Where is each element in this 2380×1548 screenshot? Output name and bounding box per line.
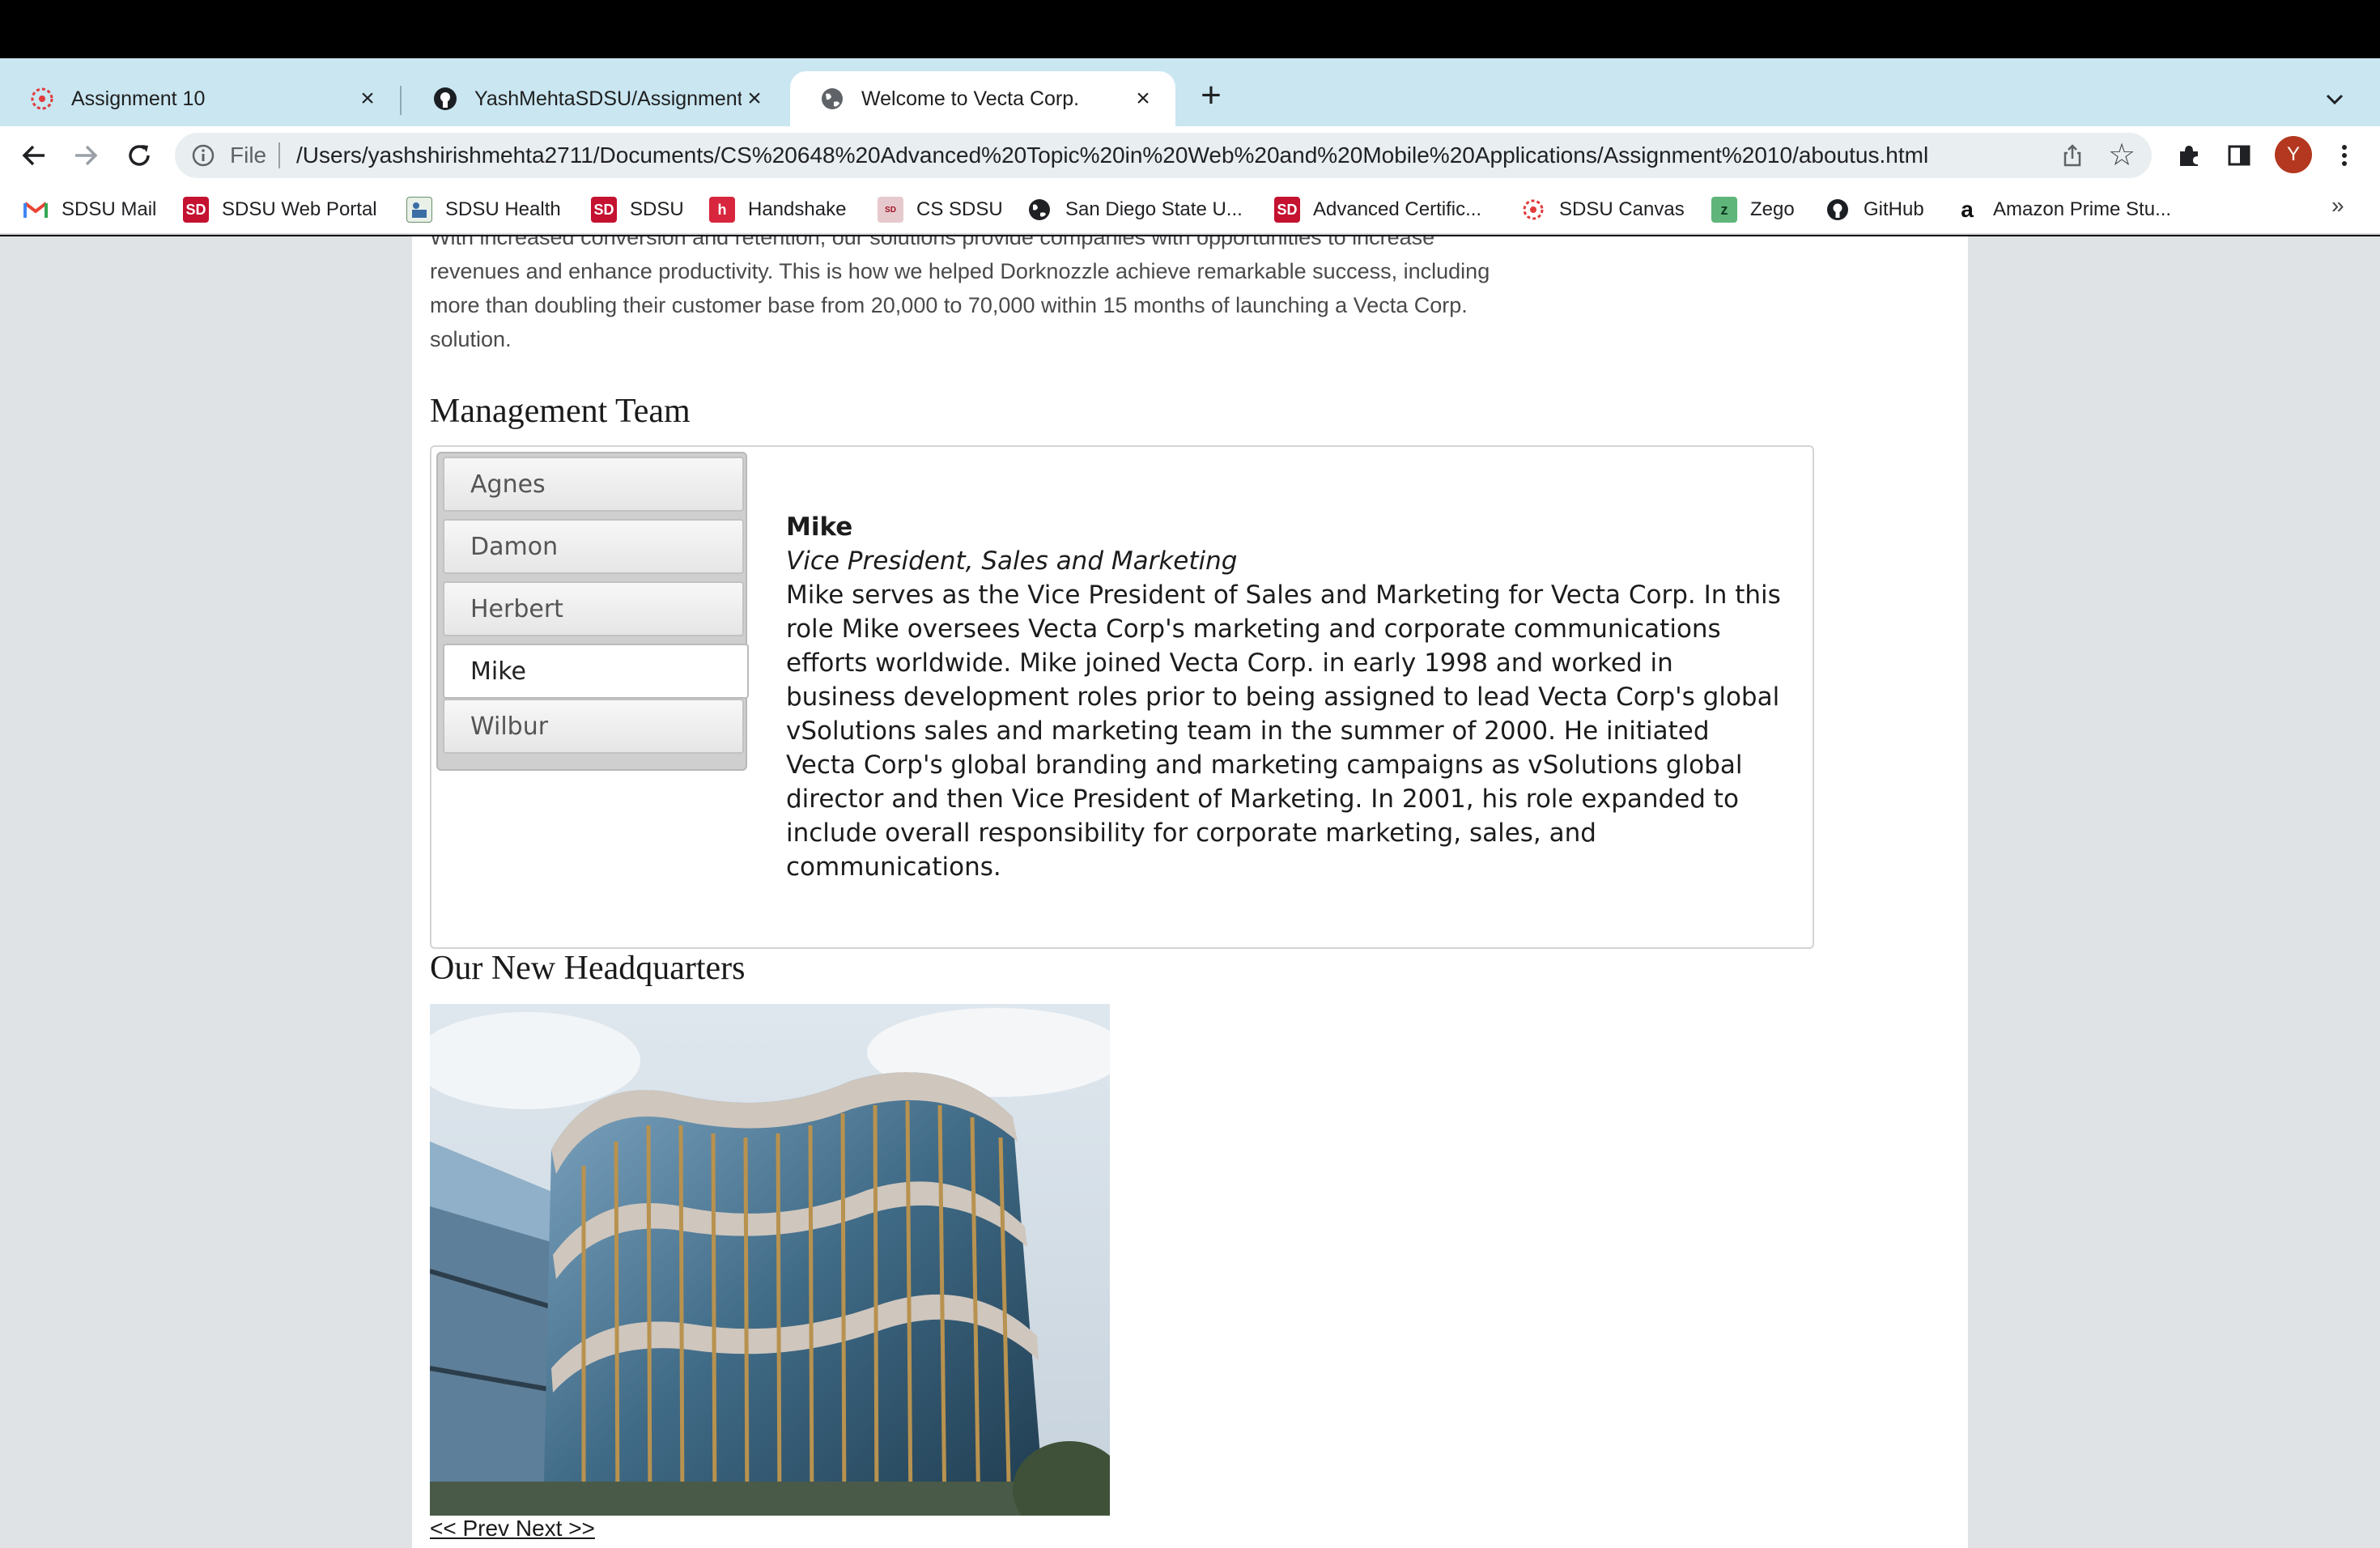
info-icon[interactable]: [191, 143, 215, 168]
bookmark-label: SDSU Canvas: [1559, 198, 1685, 220]
gmail-icon: [23, 197, 49, 223]
forward-icon[interactable]: [70, 139, 102, 172]
bookmark-label: Handshake: [748, 198, 847, 220]
bookmark-sdsu-mail[interactable]: SDSU Mail: [23, 196, 156, 223]
bookmark-zego[interactable]: z Zego: [1711, 196, 1795, 223]
headquarters-heading: Our New Headquarters: [430, 950, 746, 987]
bookmark-star-icon[interactable]: ☆: [2108, 138, 2136, 173]
globe-icon: [819, 86, 845, 112]
member-title: Vice President, Sales and Marketing: [786, 546, 1238, 576]
reload-icon[interactable]: [123, 139, 155, 172]
sdsu-icon: SD: [591, 197, 617, 223]
bookmark-sdsu-canvas[interactable]: SDSU Canvas: [1520, 196, 1685, 223]
close-icon[interactable]: ×: [1130, 85, 1156, 113]
new-tab-button[interactable]: +: [1192, 78, 1230, 117]
health-icon: [406, 197, 432, 223]
bookmark-amazon[interactable]: a Amazon Prime Stu...: [1954, 196, 2171, 223]
bookmarks-bar: SDSU Mail SD SDSU Web Portal SDSU Health…: [0, 185, 2380, 235]
tab-search-icon[interactable]: [2320, 84, 2349, 113]
canvas-icon: [29, 86, 55, 112]
bookmark-label: SDSU Health: [445, 198, 561, 220]
close-icon[interactable]: ×: [355, 85, 380, 113]
team-tab-agnes[interactable]: Agnes: [443, 457, 744, 512]
tab-github[interactable]: YashMehtaSDSU/Assignment-1 ×: [403, 71, 787, 126]
bookmark-label: SDSU Mail: [62, 198, 157, 220]
page-content: With increased conversion and retention,…: [412, 236, 1968, 1548]
bookmark-label: Amazon Prime Stu...: [1993, 198, 2172, 220]
management-team-heading: Management Team: [430, 393, 691, 430]
profile-avatar[interactable]: Y: [2275, 136, 2312, 173]
bookmark-advanced-certificate[interactable]: SD Advanced Certific...: [1274, 196, 1481, 223]
github-icon: [1825, 197, 1851, 223]
browser-toolbar: File /Users/yashshirishmehta2711/Documen…: [0, 126, 2380, 185]
handshake-icon: h: [709, 197, 735, 223]
zego-icon: z: [1711, 197, 1737, 223]
tab-label: Welcome to Vecta Corp.: [861, 87, 1080, 110]
sdsu-icon: SD: [1274, 197, 1300, 223]
member-bio: Mike serves as the Vice President of Sal…: [786, 580, 1781, 882]
team-tab-wilbur[interactable]: Wilbur: [443, 699, 744, 754]
extensions-icon[interactable]: [2173, 139, 2205, 172]
bookmark-github[interactable]: GitHub: [1825, 196, 1924, 223]
member-name: Mike: [786, 512, 853, 542]
tab-separator: [400, 86, 402, 115]
bookmark-label: Zego: [1750, 198, 1795, 220]
bookmark-handshake[interactable]: h Handshake: [709, 196, 846, 223]
team-tab-mike[interactable]: Mike: [443, 644, 749, 699]
scheme-label: File: [230, 142, 267, 168]
url-text[interactable]: /Users/yashshirishmehta2711/Documents/CS…: [296, 142, 1928, 168]
tab-strip: Assignment 10 × YashMehtaSDSU/Assignment…: [0, 58, 2380, 126]
bookmark-sdsu-health[interactable]: SDSU Health: [406, 196, 561, 223]
team-member-details: Mike Vice President, Sales and Marketing…: [786, 510, 1782, 884]
page-viewport: With increased conversion and retention,…: [0, 236, 2380, 1548]
bookmarks-overflow-button[interactable]: »: [2331, 193, 2344, 219]
headquarters-photo: [430, 1004, 1110, 1516]
amazon-icon: a: [1961, 197, 1974, 222]
canvas-icon: [1520, 197, 1546, 223]
team-tab-herbert[interactable]: Herbert: [443, 581, 744, 636]
screen-top-bar: [0, 0, 2380, 58]
side-panel-icon[interactable]: [2223, 139, 2255, 172]
back-icon[interactable]: [18, 139, 50, 172]
menu-icon[interactable]: [2328, 139, 2361, 172]
globe-icon: [1026, 197, 1052, 223]
bookmark-san-diego-state[interactable]: San Diego State U...: [1026, 196, 1243, 223]
next-photo-link[interactable]: Next >>: [516, 1516, 595, 1541]
bookmark-label: SDSU: [630, 198, 684, 220]
management-team-widget: Agnes Damon Herbert Mike Wilbur Mike Vic…: [430, 445, 1814, 949]
tab-label: YashMehtaSDSU/Assignment-1: [474, 87, 742, 110]
github-icon: [432, 86, 458, 112]
bookmark-label: Advanced Certific...: [1313, 198, 1482, 220]
tab-vecta-corp[interactable]: Welcome to Vecta Corp. ×: [790, 71, 1175, 126]
sdsu-icon: SD: [183, 197, 209, 223]
prev-photo-link[interactable]: << Prev: [430, 1516, 509, 1541]
bookmark-sdsu[interactable]: SD SDSU: [591, 196, 684, 223]
bookmark-label: GitHub: [1864, 198, 1924, 220]
tab-label: Assignment 10: [71, 87, 206, 110]
bookmark-label: CS SDSU: [916, 198, 1003, 220]
bookmark-cs-sdsu[interactable]: SD CS SDSU: [878, 196, 1003, 223]
bookmark-sdsu-web-portal[interactable]: SD SDSU Web Portal: [183, 196, 377, 223]
intro-paragraph: With increased conversion and retention,…: [430, 236, 1490, 351]
share-icon[interactable]: [2059, 142, 2085, 168]
close-icon[interactable]: ×: [742, 85, 767, 113]
team-tab-damon[interactable]: Damon: [443, 519, 744, 574]
bookmark-label: SDSU Web Portal: [222, 198, 377, 220]
team-member-tabs: Agnes Damon Herbert Mike Wilbur: [436, 452, 749, 771]
address-divider: [278, 142, 280, 168]
bookmark-label: San Diego State U...: [1065, 198, 1243, 220]
address-bar[interactable]: File /Users/yashshirishmehta2711/Documen…: [175, 133, 2152, 178]
tab-assignment-10[interactable]: Assignment 10 ×: [0, 71, 400, 126]
photo-navigation: << Prev Next >>: [430, 1516, 595, 1542]
cs-sdsu-icon: SD: [878, 197, 903, 223]
